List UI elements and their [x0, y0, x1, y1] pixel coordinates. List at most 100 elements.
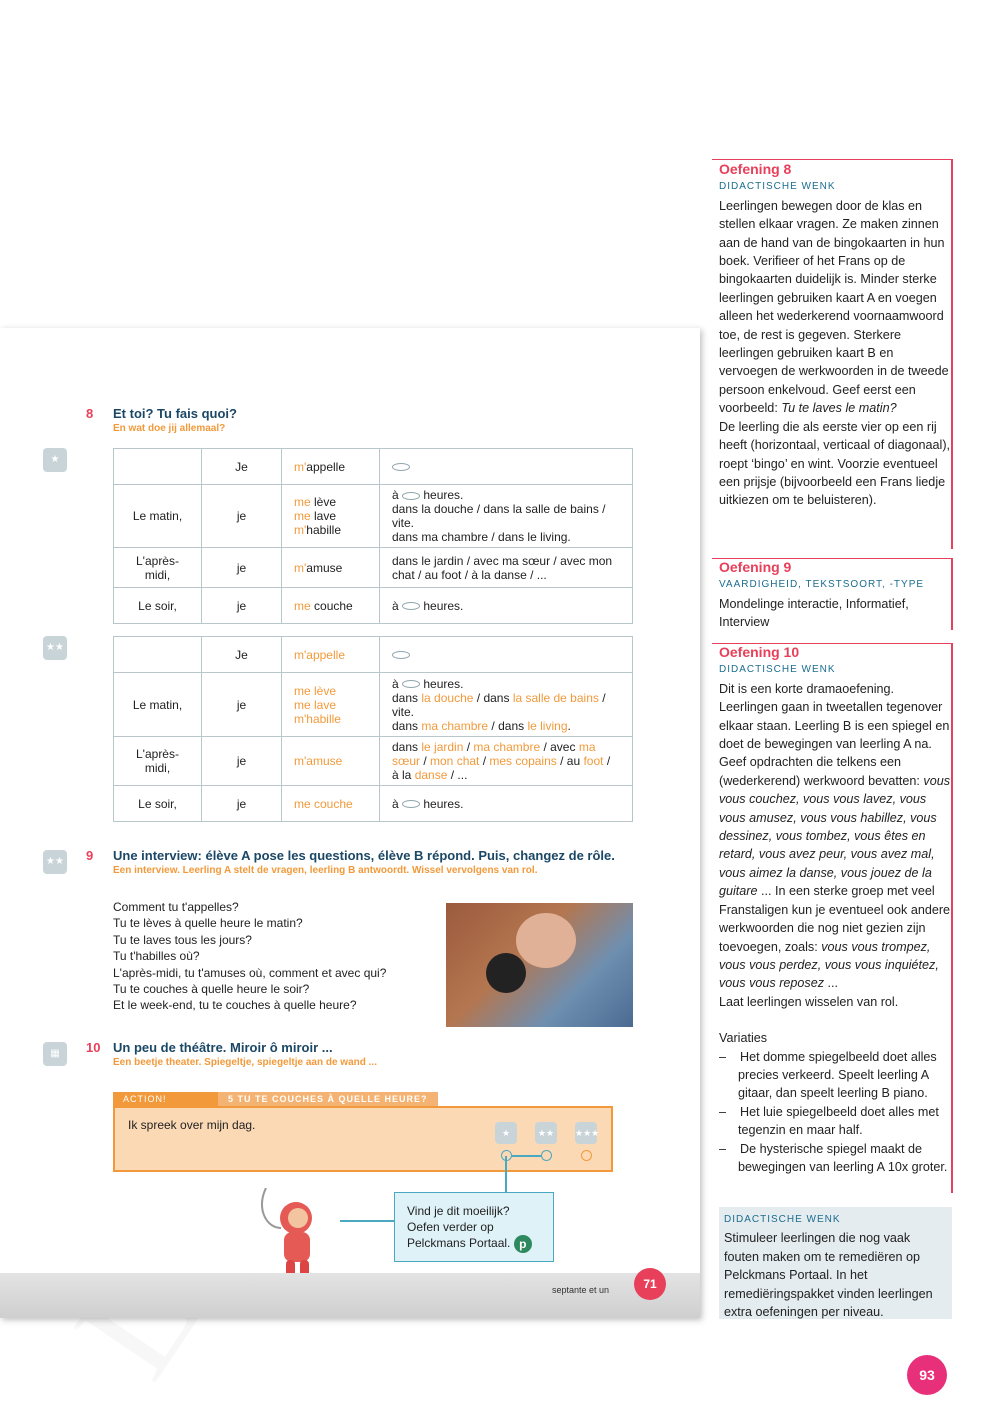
cell: je: [201, 484, 282, 548]
note-example: vous vous couchez, vous vous lavez, vous…: [719, 773, 951, 899]
cell: m'amuse: [281, 736, 380, 786]
cell: m'appelle: [281, 636, 380, 673]
t: / avec: [543, 740, 576, 754]
lips-icon: [402, 800, 421, 809]
verb: me lave: [294, 697, 337, 712]
t: dans la douche / dans la salle de bains …: [392, 502, 606, 530]
theatre-icon: ▦: [43, 1042, 67, 1066]
girl-with-microphone-photo: [446, 903, 633, 1027]
cell: à heures.: [379, 785, 633, 822]
question: Tu te laves tous les jours?: [113, 932, 252, 947]
pronoun: m': [294, 523, 307, 537]
exercise-title: Une interview: élève A pose les question…: [113, 848, 615, 863]
lips-icon: [392, 463, 410, 472]
t: dans: [483, 690, 510, 705]
table-row: Je m'appelle: [113, 448, 633, 485]
t: foot: [583, 754, 604, 768]
cell: je: [201, 547, 282, 588]
page-number-text: septante et un: [552, 1285, 610, 1295]
level-1-star-icon: ★: [43, 448, 67, 472]
verb: couche: [314, 598, 353, 613]
t: heures.: [423, 676, 464, 691]
note-text: Stimuleer leerlingen die nog vaak fouten…: [724, 1231, 933, 1320]
t: mes copains: [489, 754, 557, 768]
cell: L'après-midi,: [113, 547, 202, 588]
t: à la: [392, 768, 412, 782]
t: ma chambre: [421, 718, 489, 733]
verb: habille: [306, 523, 341, 537]
cell: dans le jardin / avec ma sœur / avec mon…: [379, 547, 633, 588]
divider: [951, 159, 953, 549]
t: dans: [392, 690, 419, 705]
textbook-page: 8 Et toi? Tu fais quoi? En wat doe jij a…: [0, 328, 700, 1318]
note-text: De leerling die als eerste vier op een r…: [719, 419, 951, 508]
t: dans le jardin / avec ma sœur / avec mon…: [392, 553, 613, 582]
question: Tu te couches à quelle heure le soir?: [113, 982, 310, 997]
t: à: [392, 488, 403, 502]
question: L'après-midi, tu t'amuses où, comment et…: [113, 965, 387, 980]
t: Het luie spiegelbeeld doet alles met teg…: [738, 1104, 939, 1138]
verb: m'habille: [294, 711, 341, 726]
moon-surface: [0, 1273, 700, 1318]
table-row: L'après-midi, je m'amuse dans le jardin / a…: [113, 547, 633, 588]
lips-icon: [392, 651, 410, 660]
self-assess-circle-2[interactable]: [541, 1150, 552, 1161]
page-number: 93: [907, 1355, 947, 1395]
t: heures.: [420, 598, 464, 613]
note-title: Oefening 10: [719, 644, 800, 660]
connector: [506, 1155, 546, 1157]
level-1-star-icon: ★: [495, 1122, 517, 1144]
exercise-title: Un peu de théâtre. Miroir ô miroir ...: [113, 1040, 333, 1055]
divider: [951, 558, 953, 630]
connector: [505, 1156, 507, 1192]
interview-questions: Comment tu t'appelles? Tu te lèves à quel…: [113, 899, 386, 1014]
pronoun: me: [294, 598, 315, 613]
cell: je: [201, 587, 282, 624]
note-oefening-8: Oefening 8 DIDACTISCHE WENK Leerlingen b…: [719, 160, 951, 510]
exercise-number: 9: [86, 848, 94, 863]
pronoun: me: [294, 509, 315, 523]
note-title: Oefening 9: [719, 559, 792, 575]
verb: me lève: [294, 683, 337, 698]
t: heures.: [423, 796, 464, 811]
note-text: Laat leerlingen wisselen van rol.: [719, 994, 899, 1009]
question: Tu t'habilles où?: [113, 949, 200, 964]
bingo-card-a: Je m'appelle Le matin, je me lève me lave m'ha…: [113, 448, 633, 624]
cell: me lève me lave m'habille: [281, 484, 380, 548]
note-example: Tu te laves le matin?: [781, 401, 897, 416]
cell: à heures.: [379, 587, 633, 624]
cell: Je: [201, 448, 282, 485]
callout-line: Vind je dit moeilijk?: [407, 1204, 510, 1218]
exercise-subtitle: Een interview. Leerling A stelt de vrage…: [113, 865, 538, 876]
cell: je: [201, 736, 282, 786]
exercise-title: Et toi? Tu fais quoi?: [113, 406, 237, 421]
cell: me couche: [281, 785, 380, 822]
cell: je: [201, 785, 282, 822]
cell: je: [201, 672, 282, 737]
note-label: DIDACTISCHE WENK: [719, 664, 836, 676]
variation-item: – Het luie spiegelbeeld doet alles met t…: [719, 1104, 939, 1138]
lips-icon: [402, 680, 421, 689]
cell: Le soir,: [113, 587, 202, 624]
t: De hysterische spiegel maakt de beweging…: [738, 1141, 948, 1174]
portal-callout[interactable]: Vind je dit moeilijk? Oefen verder op Pe…: [394, 1192, 554, 1262]
cell: me lève me lave m'habille: [281, 672, 380, 737]
action-content: Ik spreek over mijn dag. ★ ★★ ★★★: [113, 1106, 613, 1172]
note-label: DIDACTISCHE WENK: [719, 181, 836, 193]
note-label: VAARDIGHEID, TEKSTSOORT, -TYPE: [719, 579, 925, 591]
table-row: Le soir, je me couche à heures.: [113, 587, 633, 624]
question: Tu te lèves à quelle heure le matin?: [113, 916, 303, 931]
note-text: Dit is een korte dramaoefening. Leerling…: [719, 681, 950, 788]
self-assess-circle-3[interactable]: [581, 1150, 592, 1161]
self-assess-circle-1[interactable]: [501, 1150, 512, 1161]
t: dans: [392, 740, 419, 754]
variation-item: – De hysterische spiegel maakt de bewegi…: [719, 1141, 948, 1174]
t: Het domme spiegelbeeld doet alles precie…: [738, 1049, 937, 1101]
level-2-star-icon: ★★: [43, 850, 67, 874]
exercise-subtitle: Een beetje theater. Spiegeltje, spiegelt…: [113, 1057, 377, 1068]
t: ma chambre: [473, 740, 541, 754]
t: le jardin: [421, 740, 464, 754]
pelckmans-logo-icon: p: [513, 1235, 532, 1253]
note-oefening-9: Oefening 9 VAARDIGHEID, TEKSTSOORT, -TYP…: [719, 558, 951, 632]
level-2-star-icon: ★★: [43, 636, 67, 660]
